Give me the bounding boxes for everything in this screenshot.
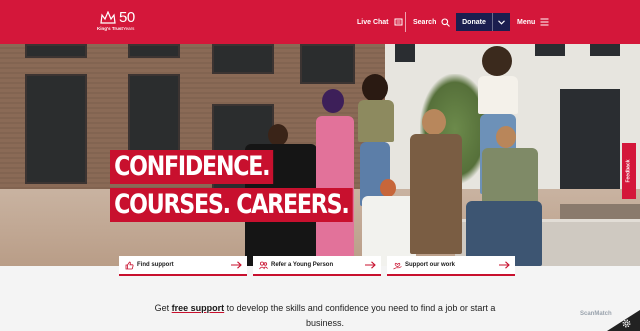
intro-text-before: Get	[154, 303, 172, 313]
scanmatch-watermark: ScanMatch	[580, 311, 612, 317]
refer-young-person-link[interactable]: Refer a Young Person	[253, 256, 381, 276]
site-header: King's Trust 50 Years Live Chat Search D…	[0, 0, 640, 44]
donate-label: Donate	[462, 18, 486, 26]
feedback-tab[interactable]: Feedback	[622, 143, 636, 199]
donate-button[interactable]: Donate	[456, 13, 510, 31]
logo-anniversary-word: Years	[123, 26, 135, 31]
logo-anniversary-number: 50	[119, 9, 135, 26]
find-support-link[interactable]: Find support	[119, 256, 247, 276]
kings-trust-50-logo[interactable]: King's Trust 50 Years	[97, 9, 141, 34]
menu-button[interactable]: Menu	[517, 0, 549, 44]
arrow-right-icon	[231, 261, 242, 269]
donate-dropdown-toggle[interactable]	[492, 13, 510, 31]
hero-banner: CONFIDENCE. COURSES. CAREERS. Feedback	[0, 44, 640, 266]
feedback-label: Feedback	[626, 159, 633, 183]
intro-text-after: to develop the skills and confidence you…	[224, 303, 496, 328]
hero-headline-line1: CONFIDENCE.	[110, 150, 274, 184]
hero-headline-line2: COURSES. CAREERS.	[110, 188, 353, 222]
find-support-label: Find support	[137, 262, 174, 268]
search-icon	[441, 17, 451, 27]
live-chat-label: Live Chat	[357, 18, 389, 26]
hamburger-icon	[540, 18, 549, 26]
logo-org-name: King's Trust	[97, 26, 123, 31]
menu-label: Menu	[517, 18, 536, 26]
chevron-down-icon	[498, 19, 505, 25]
thumbs-up-icon	[125, 261, 134, 269]
refer-young-person-label: Refer a Young Person	[271, 262, 334, 268]
support-our-work-link[interactable]: Support our work	[387, 256, 515, 276]
gear-icon[interactable]	[622, 319, 631, 328]
support-our-work-label: Support our work	[405, 262, 455, 268]
intro-text: Get free support to develop the skills a…	[140, 301, 510, 331]
hand-heart-icon	[393, 262, 402, 269]
chat-icon	[394, 18, 403, 25]
crown-icon	[100, 11, 116, 24]
search-button[interactable]: Search	[413, 0, 451, 44]
arrow-right-icon	[365, 261, 376, 269]
live-chat-button[interactable]: Live Chat	[357, 0, 403, 44]
search-label: Search	[413, 18, 437, 26]
nav-divider	[405, 12, 406, 32]
free-support-link[interactable]: free support	[172, 303, 225, 313]
people-icon	[259, 261, 268, 269]
arrow-right-icon	[499, 261, 510, 269]
